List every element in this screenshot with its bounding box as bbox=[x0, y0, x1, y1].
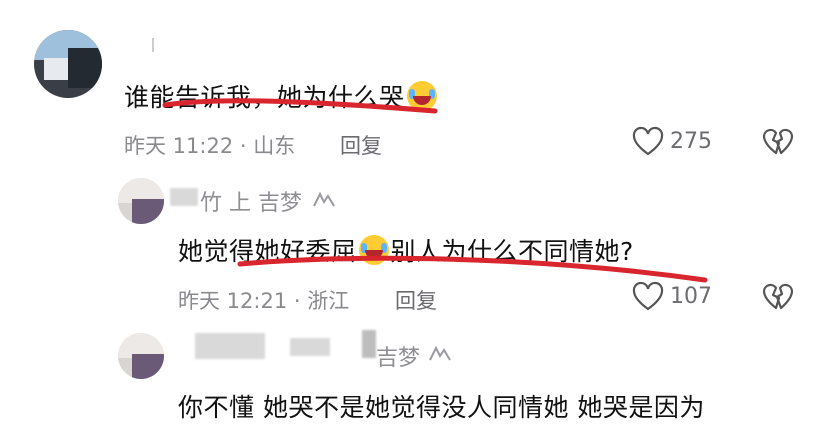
comment-meta: 昨天 11:22 · 山东 bbox=[124, 130, 295, 160]
dislike-button[interactable] bbox=[762, 283, 794, 315]
comment-location: 浙江 bbox=[307, 289, 350, 313]
comment-time: 昨天 11:22 bbox=[124, 134, 234, 158]
reply-button[interactable]: 回复 bbox=[395, 285, 437, 315]
blurred-name-block bbox=[170, 188, 198, 206]
heart-outline-icon bbox=[632, 126, 664, 156]
separator: · bbox=[293, 289, 301, 313]
separator: · bbox=[239, 134, 247, 158]
comment-time: 昨天 12:21 bbox=[178, 289, 288, 313]
author-badge-icon bbox=[428, 344, 454, 368]
avatar[interactable] bbox=[118, 333, 164, 379]
dislike-button[interactable] bbox=[762, 128, 794, 160]
blurred-name-block bbox=[290, 338, 330, 356]
commenter-name[interactable] bbox=[152, 38, 164, 52]
commenter-name[interactable]: 吉梦 bbox=[376, 340, 420, 372]
comment-location: 山东 bbox=[253, 134, 296, 158]
reply-button[interactable]: 回复 bbox=[340, 130, 382, 160]
red-underline-1 bbox=[162, 98, 438, 114]
blurred-name-block bbox=[362, 330, 376, 358]
commenter-name[interactable]: 竹 上 吉梦 bbox=[200, 185, 302, 217]
like-count: 275 bbox=[670, 129, 712, 154]
comment-text: 你不懂 她哭不是她觉得没人同情她 她哭是因为 bbox=[178, 393, 705, 422]
broken-heart-icon bbox=[762, 283, 794, 310]
comment-meta: 昨天 12:21 · 浙江 bbox=[178, 285, 349, 315]
author-badge-icon bbox=[312, 190, 338, 214]
broken-heart-icon bbox=[762, 128, 794, 155]
like-button[interactable] bbox=[632, 281, 664, 315]
avatar[interactable] bbox=[34, 30, 102, 98]
like-button[interactable] bbox=[632, 126, 664, 160]
avatar[interactable] bbox=[118, 178, 164, 224]
heart-outline-icon bbox=[632, 281, 664, 311]
blurred-name-block bbox=[195, 333, 265, 359]
like-count: 107 bbox=[670, 284, 712, 309]
